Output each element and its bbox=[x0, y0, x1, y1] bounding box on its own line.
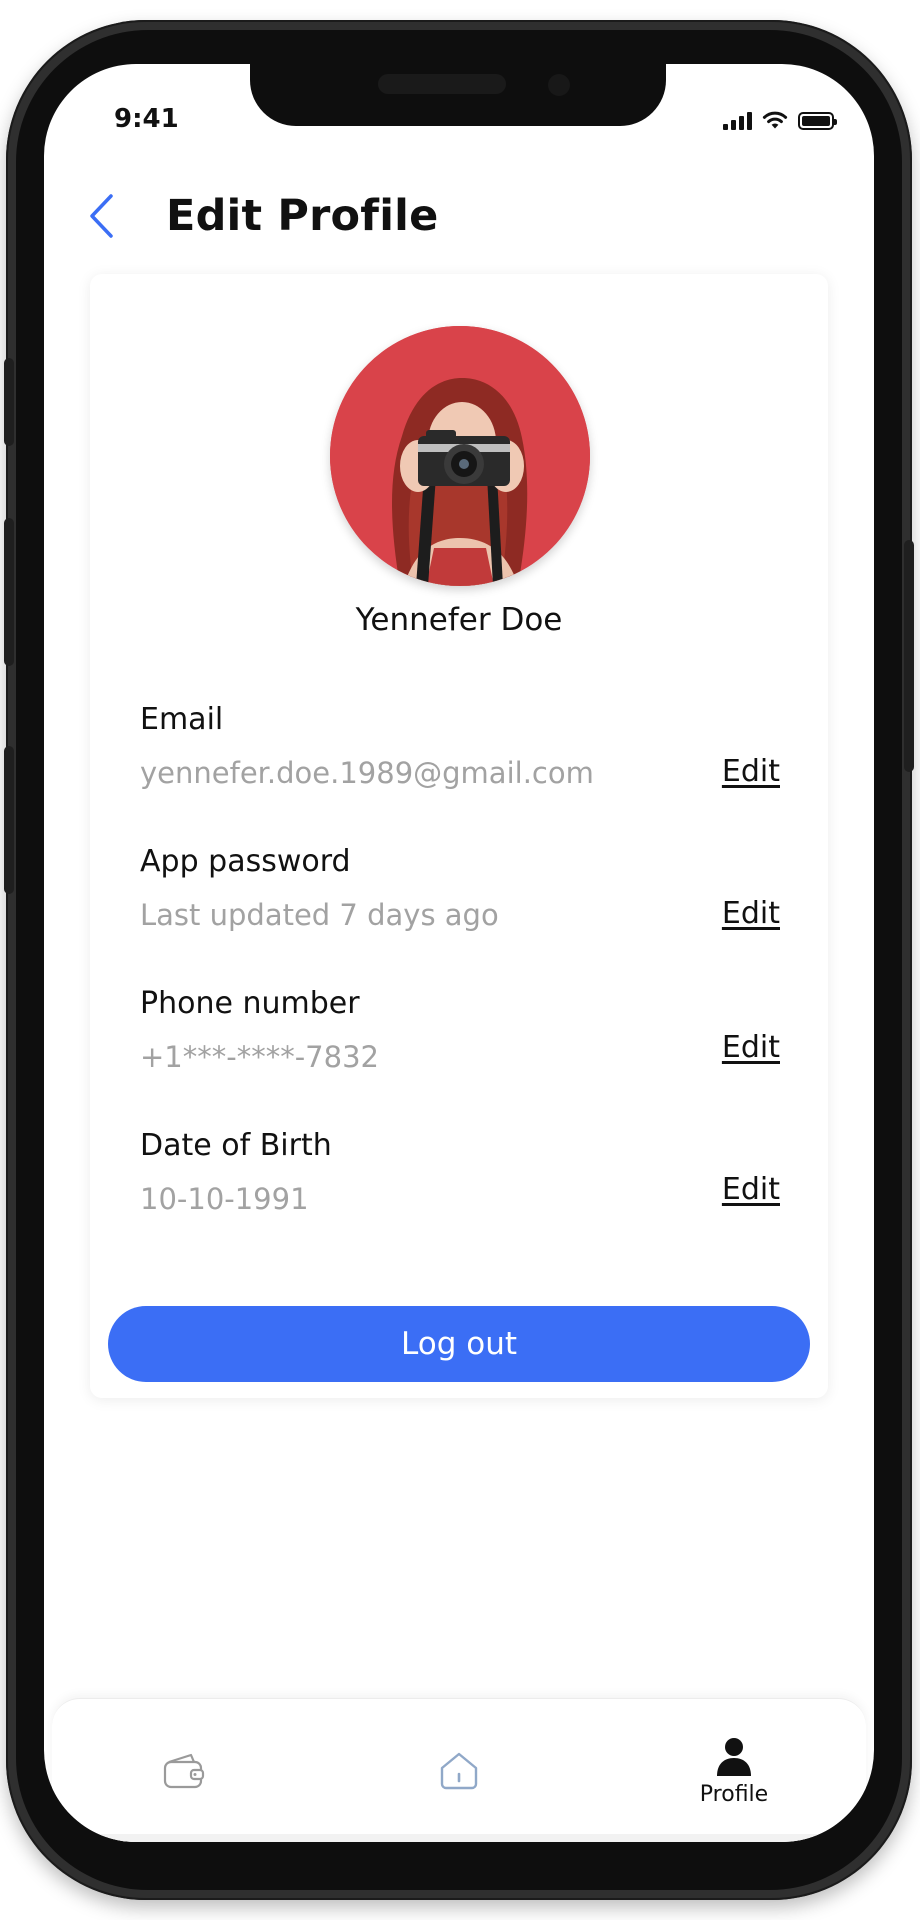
email-field: Email yennefer.doe.1989@gmail.com Edit bbox=[140, 702, 780, 802]
avatar[interactable] bbox=[330, 326, 590, 586]
notch bbox=[250, 64, 666, 126]
nav-item-home[interactable] bbox=[379, 1699, 539, 1842]
field-label: Date of Birth bbox=[140, 1128, 332, 1163]
speaker-grille bbox=[378, 74, 506, 94]
power-button bbox=[904, 540, 914, 772]
profile-card: Yennefer Doe Email yennefer.doe.1989@gma… bbox=[90, 274, 828, 1398]
field-label: Phone number bbox=[140, 986, 360, 1021]
back-button[interactable] bbox=[84, 192, 118, 240]
phone-field: Phone number +1***-****-7832 Edit bbox=[140, 986, 780, 1086]
home-icon bbox=[440, 1752, 478, 1790]
field-label: App password bbox=[140, 844, 351, 879]
front-camera bbox=[548, 74, 570, 96]
mute-switch bbox=[4, 358, 14, 446]
wallet-icon bbox=[163, 1753, 205, 1789]
edit-birth-date-link[interactable]: Edit bbox=[722, 1172, 780, 1207]
avatar-photo bbox=[330, 326, 590, 586]
birth-date-field: Date of Birth 10-10-1991 Edit bbox=[140, 1128, 780, 1228]
phone-screen: 9:41 Edit Profile Yennefer Doe Email yen… bbox=[44, 64, 874, 1842]
volume-up-button bbox=[4, 518, 14, 666]
logout-button[interactable]: Log out bbox=[108, 1306, 810, 1382]
status-time: 9:41 bbox=[114, 104, 179, 134]
signal-icon bbox=[723, 112, 752, 130]
user-name: Yennefer Doe bbox=[355, 602, 563, 638]
edit-phone-link[interactable]: Edit bbox=[722, 1030, 780, 1065]
home-indicator-area bbox=[44, 1834, 874, 1842]
page: 9:41 Edit Profile Yennefer Doe Email yen… bbox=[0, 0, 920, 1920]
edit-email-link[interactable]: Edit bbox=[722, 754, 780, 789]
nav-label-profile: Profile bbox=[699, 1781, 769, 1807]
field-value: yennefer.doe.1989@gmail.com bbox=[140, 756, 594, 790]
battery-icon bbox=[798, 112, 837, 130]
status-icons bbox=[723, 110, 837, 130]
person-icon bbox=[717, 1737, 751, 1776]
chevron-left-icon bbox=[90, 194, 113, 238]
wifi-icon bbox=[762, 111, 788, 129]
password-field: App password Last updated 7 days ago Edi… bbox=[140, 844, 780, 944]
field-value: 10-10-1991 bbox=[140, 1182, 309, 1216]
field-label: Email bbox=[140, 702, 224, 737]
page-title: Edit Profile bbox=[166, 191, 439, 241]
edit-password-link[interactable]: Edit bbox=[722, 896, 780, 931]
bottom-nav: Profile bbox=[52, 1698, 866, 1842]
volume-down-button bbox=[4, 746, 14, 894]
nav-item-wallet[interactable] bbox=[104, 1699, 264, 1842]
field-value: Last updated 7 days ago bbox=[140, 898, 499, 932]
nav-item-profile[interactable]: Profile bbox=[654, 1699, 814, 1842]
field-value: +1***-****-7832 bbox=[140, 1040, 379, 1074]
